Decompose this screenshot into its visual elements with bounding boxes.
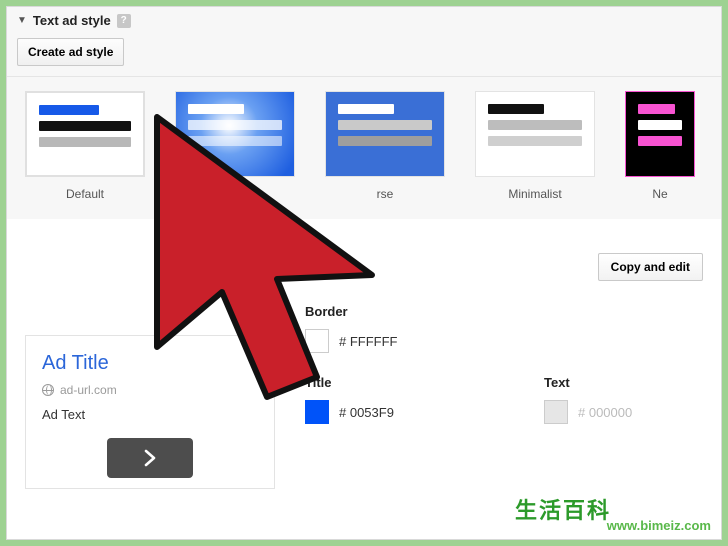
header: ▼ Text ad style ? Create ad style	[7, 7, 721, 77]
style-item-2[interactable]	[175, 91, 295, 201]
border-swatch[interactable]	[305, 329, 329, 353]
watermark-logo: 生活百科	[515, 493, 611, 525]
text-hex: # 000000	[578, 405, 632, 420]
styles-strip: Default rse	[7, 77, 721, 219]
title-color-label: Title	[305, 375, 464, 390]
border-label: Border	[305, 304, 703, 319]
disclosure-icon[interactable]: ▼	[17, 15, 27, 26]
border-hex: # FFFFFF	[339, 334, 398, 349]
preview-column: Ad Title ad-url.com Ad Text	[25, 235, 275, 489]
style-thumb	[175, 91, 295, 177]
copy-and-edit-button[interactable]: Copy and edit	[598, 253, 703, 281]
globe-icon	[42, 384, 54, 396]
style-label: rse	[325, 187, 445, 201]
style-item-5[interactable]: Ne	[625, 91, 695, 201]
style-thumb	[325, 91, 445, 177]
style-label: Default	[25, 187, 145, 201]
ad-title: Ad Title	[42, 352, 258, 375]
chevron-right-icon	[140, 448, 160, 468]
title-hex: # 0053F9	[339, 405, 394, 420]
ad-text: Ad Text	[42, 407, 258, 422]
style-item-default[interactable]: Default	[25, 91, 145, 201]
watermark-url: www.bimeiz.com	[607, 518, 711, 533]
ad-next-button[interactable]	[107, 438, 193, 478]
style-item-minimalist[interactable]: Minimalist	[475, 91, 595, 201]
ad-preview: Ad Title ad-url.com Ad Text	[25, 335, 275, 489]
style-item-3[interactable]: rse	[325, 91, 445, 201]
properties-column: Copy and edit Default Border # FFFFFF Ti…	[305, 235, 703, 489]
panel: ▼ Text ad style ? Create ad style Defaul…	[6, 6, 722, 540]
text-swatch[interactable]	[544, 400, 568, 424]
text-color-label: Text	[544, 375, 703, 390]
style-thumb	[25, 91, 145, 177]
create-ad-style-button[interactable]: Create ad style	[17, 38, 124, 66]
header-title: Text ad style	[33, 13, 111, 28]
style-thumb	[625, 91, 695, 177]
style-label: Ne	[625, 187, 695, 201]
editor: Ad Title ad-url.com Ad Text Copy and edi…	[7, 219, 721, 489]
style-label: Minimalist	[475, 187, 595, 201]
help-icon[interactable]: ?	[117, 14, 131, 28]
title-swatch[interactable]	[305, 400, 329, 424]
style-thumb	[475, 91, 595, 177]
ad-url: ad-url.com	[60, 383, 117, 397]
